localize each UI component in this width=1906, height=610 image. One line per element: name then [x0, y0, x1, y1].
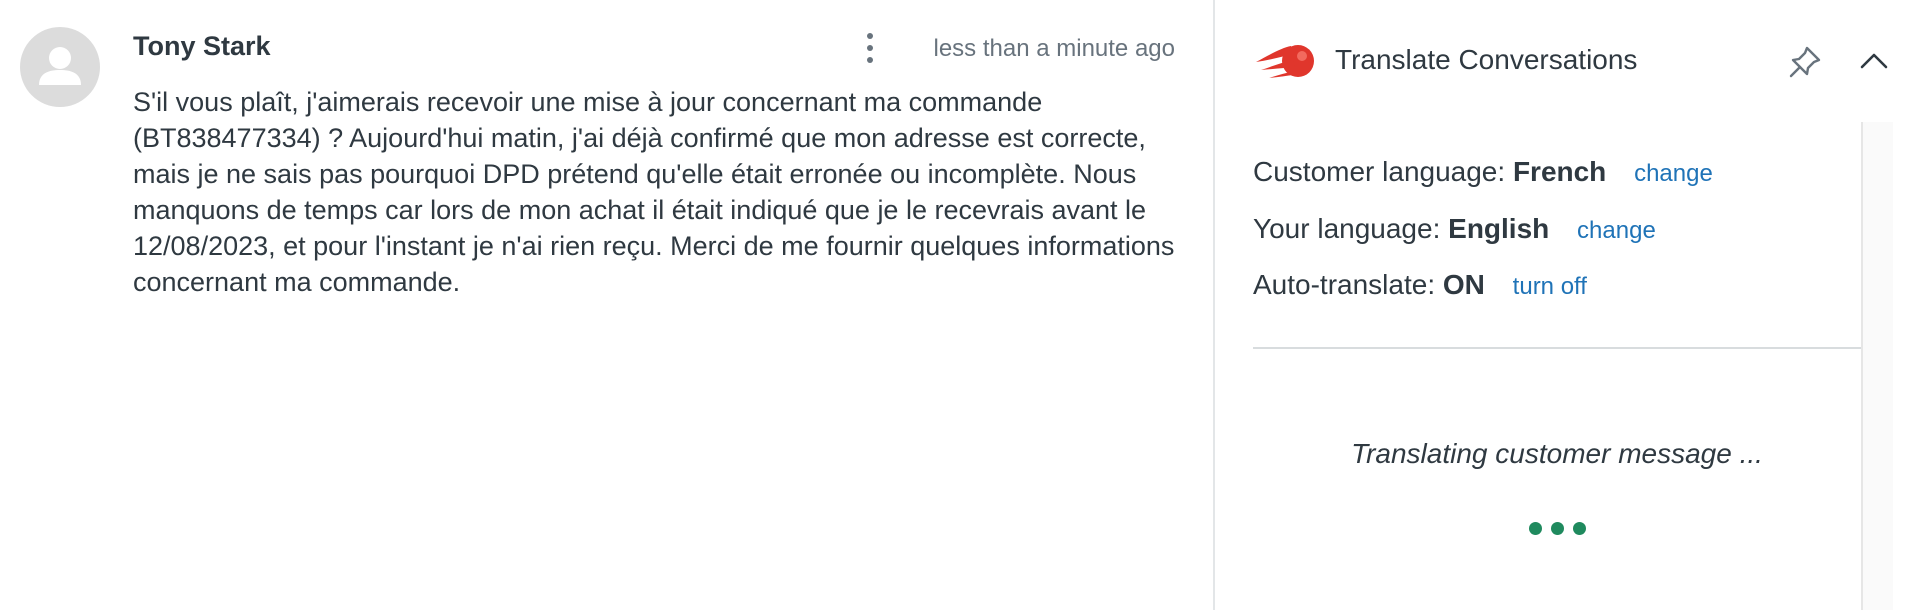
your-language-row: Your language: English change	[1253, 213, 1656, 245]
loader-dot	[1528, 522, 1542, 535]
turn-off-auto-translate-link[interactable]: turn off	[1513, 273, 1587, 300]
conversation-pane: Tony Stark less than a minute ago S'il v…	[0, 0, 1213, 610]
translation-status: Translating customer message ...	[1351, 438, 1763, 469]
avatar[interactable]	[20, 27, 100, 107]
panel-body: Customer language: French change Your la…	[1253, 122, 1861, 610]
message-timestamp: less than a minute ago	[933, 35, 1176, 62]
your-language-label: Your language:	[1253, 213, 1441, 244]
section-divider	[1253, 347, 1861, 349]
loader-dot	[1572, 522, 1586, 535]
customer-language-value: French	[1512, 156, 1607, 187]
user-placeholder-icon	[39, 47, 81, 85]
comet-logo-icon	[1256, 45, 1314, 78]
auto-translate-label: Auto-translate:	[1253, 269, 1436, 300]
change-your-language-link[interactable]: change	[1577, 217, 1656, 244]
your-language-value: English	[1448, 213, 1550, 244]
panel-scrollbar[interactable]	[1861, 122, 1893, 610]
loader-dot	[1550, 522, 1564, 535]
auto-translate-value: ON	[1442, 269, 1485, 300]
chevron-up-icon[interactable]	[1857, 46, 1891, 76]
message-author[interactable]: Tony Stark	[133, 31, 271, 62]
panel-title: Translate Conversations	[1335, 44, 1638, 75]
loading-indicator	[1253, 522, 1861, 535]
translate-panel: Translate Conversations Customer languag…	[1215, 0, 1906, 610]
change-customer-language-link[interactable]: change	[1634, 160, 1713, 187]
pin-icon[interactable]	[1785, 42, 1825, 82]
more-options-icon[interactable]	[855, 28, 885, 68]
auto-translate-row: Auto-translate: ON turn off	[1253, 269, 1587, 301]
customer-language-row: Customer language: French change	[1253, 156, 1713, 188]
customer-language-label: Customer language:	[1253, 156, 1506, 187]
message-body: S'il vous plaît, j'aimerais recevoir une…	[133, 87, 1175, 297]
